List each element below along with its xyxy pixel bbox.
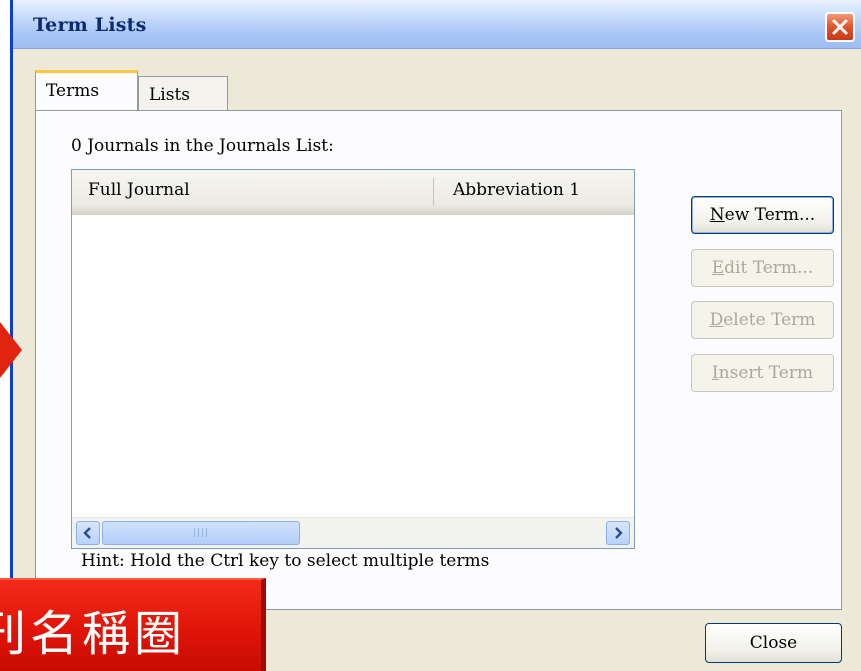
insert-term-accel: I (711, 363, 719, 383)
edit-term-label: dit Term... (724, 258, 814, 278)
close-x-icon (832, 19, 848, 35)
insert-term-label: nsert Term (718, 363, 814, 383)
scroll-right-button[interactable] (606, 521, 630, 545)
column-header-full-journal[interactable]: Full Journal (88, 180, 190, 200)
horizontal-scrollbar[interactable]: |||| (72, 517, 634, 548)
scroll-thumb[interactable]: |||| (102, 521, 300, 545)
hint-text: Hint: Hold the Ctrl key to select multip… (81, 551, 490, 571)
terms-panel: 0 Journals in the Journals List: Full Jo… (35, 110, 842, 610)
chevron-left-icon (83, 527, 91, 539)
tab-terms[interactable]: Terms (35, 70, 138, 110)
delete-term-button[interactable]: Delete Term (691, 301, 834, 339)
column-divider[interactable] (433, 178, 434, 206)
tab-terms-label: Terms (46, 81, 100, 101)
close-window-button[interactable] (825, 12, 855, 42)
tab-lists[interactable]: Lists (138, 76, 228, 112)
column-header-abbreviation-1[interactable]: Abbreviation 1 (453, 180, 580, 200)
red-arrow-annotation (0, 322, 22, 378)
chevron-right-icon (615, 527, 623, 539)
window-title: Term Lists (33, 14, 147, 36)
journals-list[interactable]: Full Journal Abbreviation 1 |||| (71, 169, 635, 549)
banner-text: 刊名稱圈 (0, 606, 187, 662)
new-term-accel: N (709, 205, 725, 225)
journal-count-label: 0 Journals in the Journals List: (71, 136, 334, 156)
close-button[interactable]: Close (705, 623, 842, 663)
delete-term-accel: D (709, 310, 724, 330)
delete-term-label: elete Term (723, 310, 816, 330)
edit-term-button[interactable]: Edit Term... (691, 249, 834, 287)
new-term-button[interactable]: New Term... (691, 196, 834, 234)
list-header: Full Journal Abbreviation 1 (72, 170, 634, 215)
tab-lists-label: Lists (149, 85, 191, 105)
red-banner-annotation: 刊名稱圈 (0, 578, 266, 671)
new-term-label: ew Term... (724, 205, 816, 225)
scroll-left-button[interactable] (76, 521, 100, 545)
grip-icon: |||| (192, 528, 210, 538)
insert-term-button[interactable]: Insert Term (691, 354, 834, 392)
term-lists-dialog: Term Lists Terms Lists 0 Journals in the… (10, 0, 861, 671)
edit-term-accel: E (711, 258, 725, 278)
title-bar[interactable]: Term Lists (13, 0, 861, 49)
